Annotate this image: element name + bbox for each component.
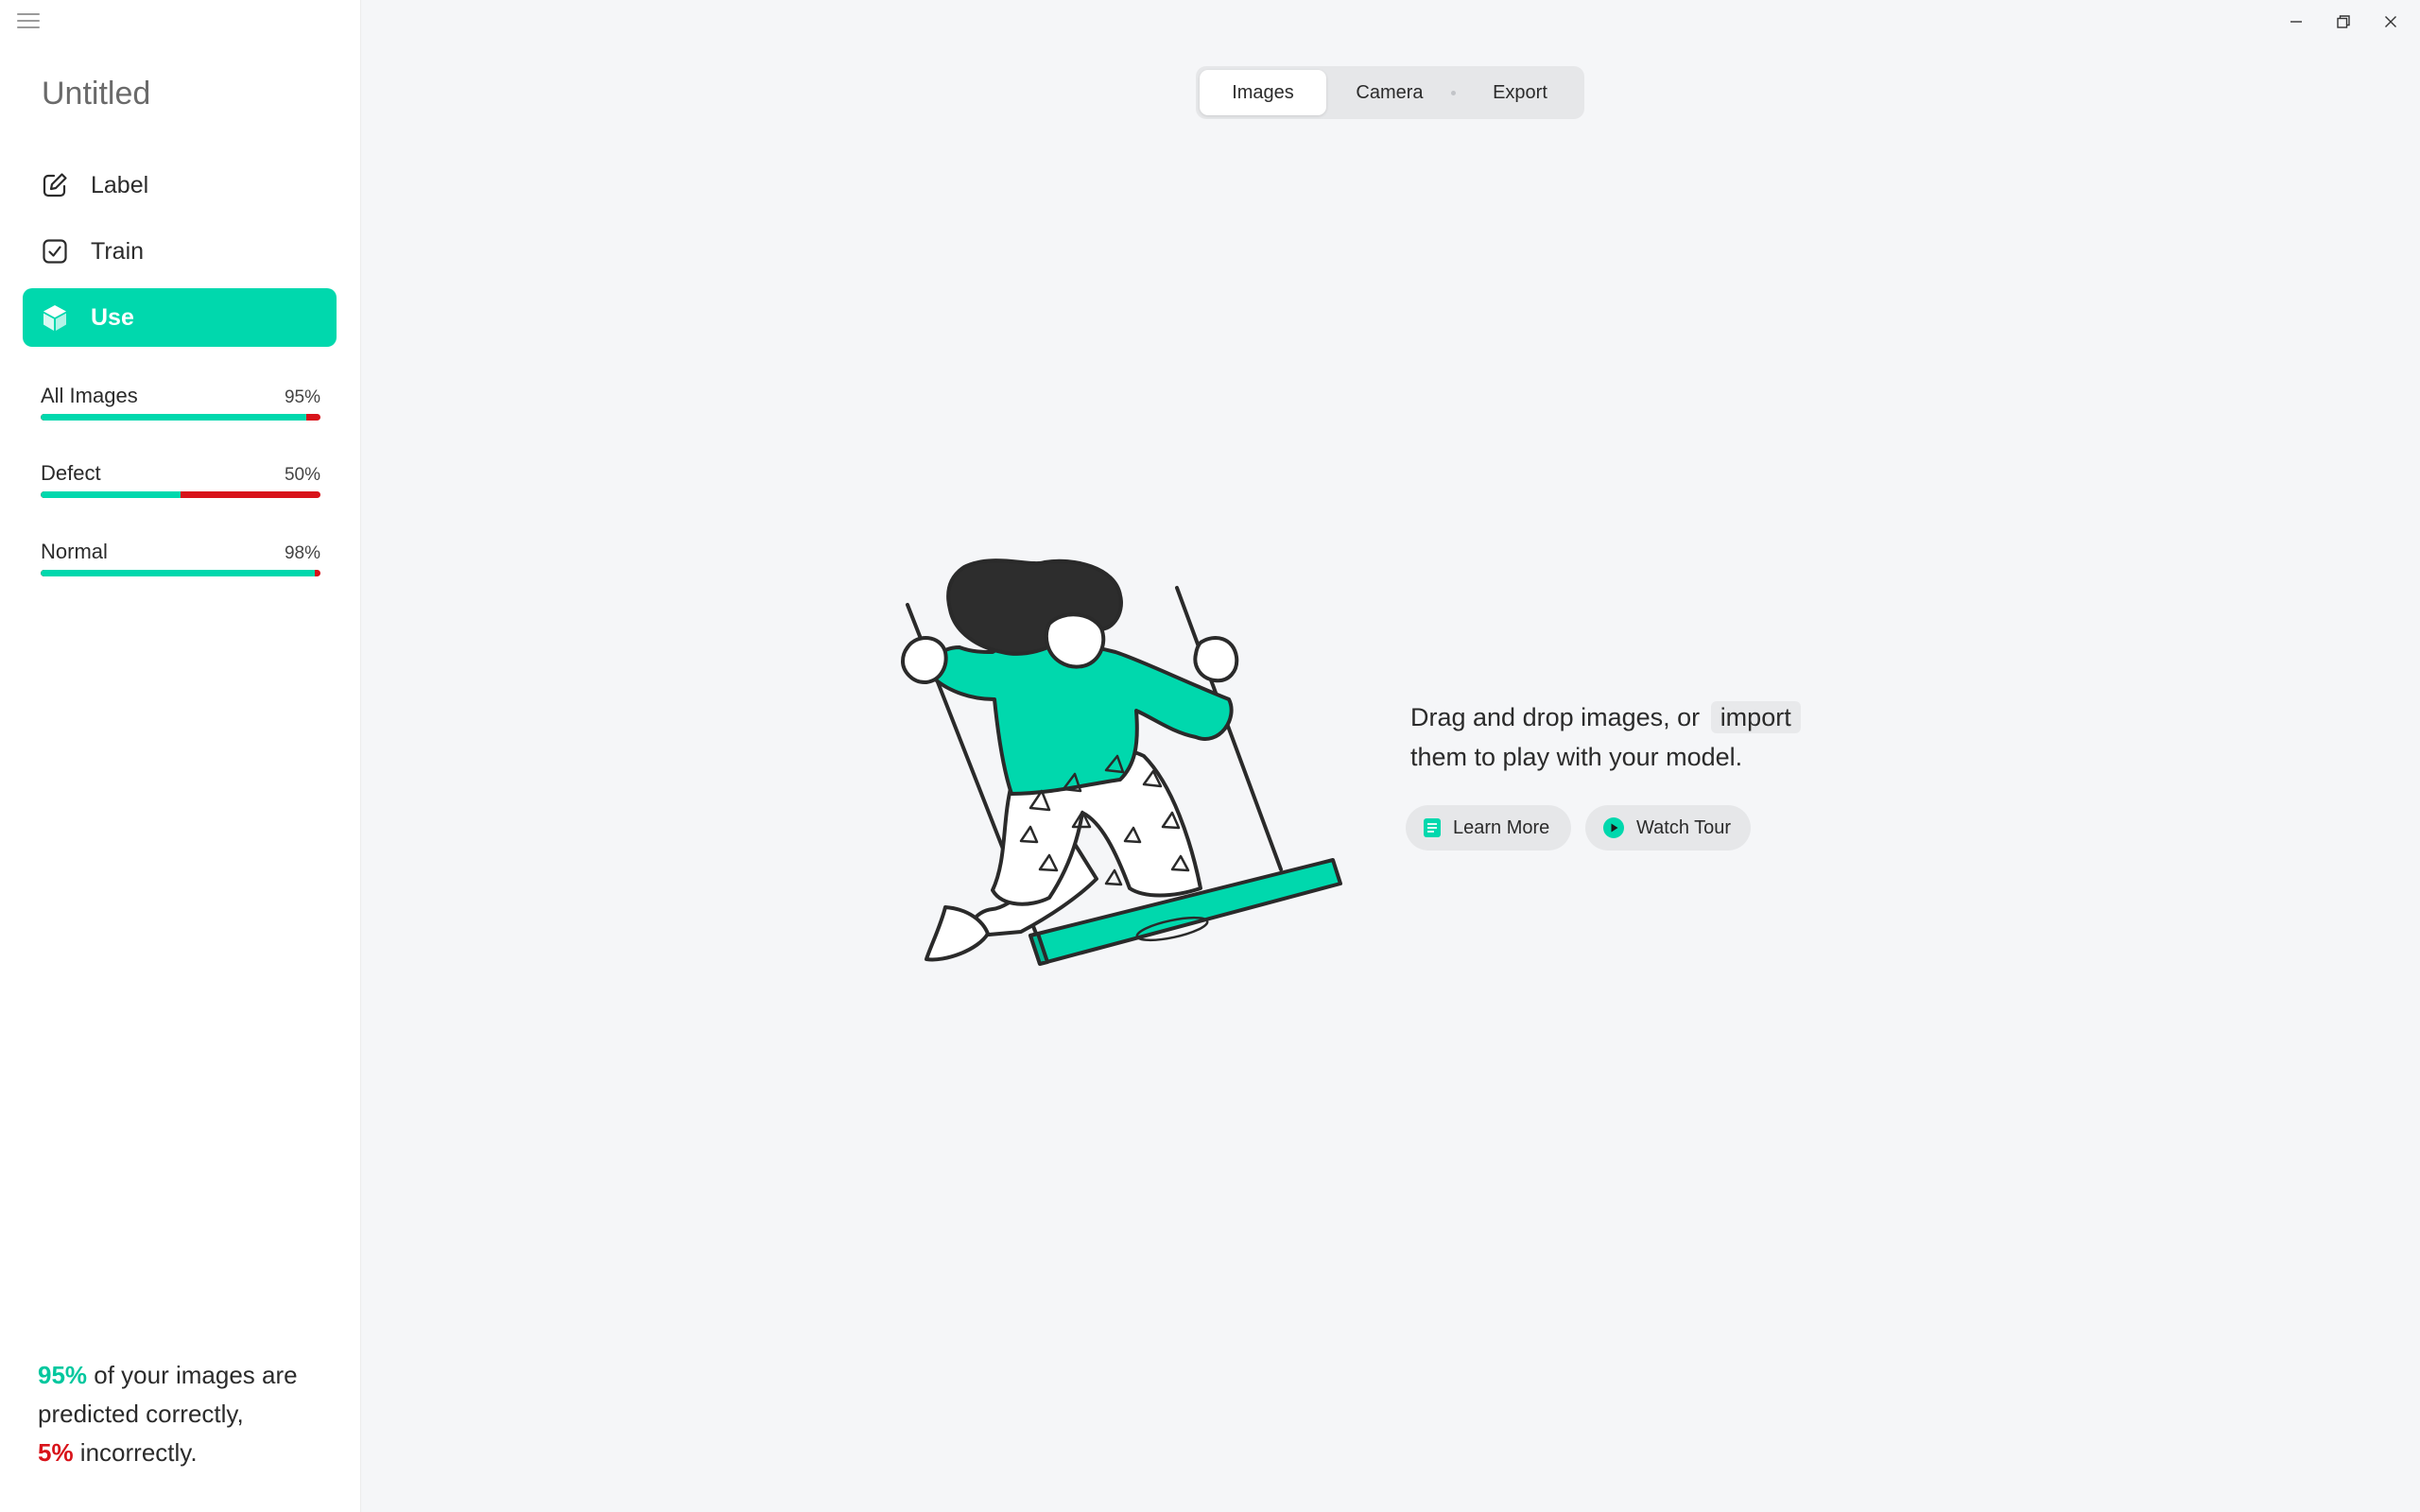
tab-images[interactable]: Images	[1200, 70, 1326, 115]
tab-export[interactable]: Export	[1463, 70, 1577, 115]
nav-label: Label	[91, 171, 149, 198]
document-icon	[1423, 817, 1442, 838]
accuracy-bar-fill	[41, 414, 307, 421]
stat-normal[interactable]: Normal 98%	[41, 540, 320, 576]
restore-icon	[2337, 15, 2350, 28]
close-button[interactable]	[2375, 8, 2407, 36]
sidebar: Untitled Label Train Use All Images 95% …	[0, 0, 361, 1512]
pencil-square-icon	[41, 171, 69, 199]
watch-tour-label: Watch Tour	[1636, 816, 1732, 838]
nav-label: Train	[91, 237, 145, 265]
accuracy-bar	[41, 570, 320, 576]
tab-camera[interactable]: Camera	[1338, 70, 1442, 115]
accuracy-bar-fill	[41, 570, 316, 576]
swing-illustration	[901, 558, 1342, 966]
hamburger-menu-icon[interactable]	[17, 13, 40, 30]
stat-percent: 95%	[284, 387, 320, 407]
minimize-icon	[2290, 21, 2302, 23]
nav-item-label[interactable]: Label	[23, 156, 337, 215]
empty-state-instructions: Drag and drop images, or import them to …	[1410, 697, 1801, 777]
play-icon	[1602, 816, 1625, 839]
import-link[interactable]: import	[1710, 701, 1801, 733]
nav-label: Use	[91, 303, 134, 331]
accuracy-bar	[41, 414, 320, 421]
close-icon	[2385, 16, 2396, 27]
learn-more-button[interactable]: Learn More	[1406, 805, 1571, 850]
tab-separator-dot	[1451, 91, 1456, 95]
stat-defect[interactable]: Defect 50%	[41, 461, 320, 498]
view-tabs: Images Camera Export	[1196, 66, 1584, 119]
stat-label: Normal	[41, 540, 108, 563]
stat-percent: 98%	[284, 543, 320, 563]
accuracy-summary: 95% of your images are predicted correct…	[38, 1356, 340, 1472]
stat-label: All Images	[41, 384, 138, 407]
restore-button[interactable]	[2327, 8, 2360, 36]
learn-more-label: Learn More	[1453, 816, 1550, 838]
stat-all-images[interactable]: All Images 95%	[41, 384, 320, 421]
nav-item-train[interactable]: Train	[23, 222, 337, 281]
accuracy-bar-fill	[41, 491, 181, 498]
project-title[interactable]: Untitled	[42, 76, 150, 112]
instructions-text: Drag and drop images, or	[1410, 703, 1701, 731]
checkbox-icon	[41, 237, 69, 266]
summary-text: incorrectly.	[73, 1438, 198, 1467]
incorrect-percent: 5%	[38, 1438, 74, 1467]
correct-percent: 95%	[38, 1361, 88, 1389]
instructions-text: them to play with your model.	[1410, 743, 1743, 771]
accuracy-bar	[41, 491, 320, 498]
cube-icon	[41, 303, 69, 332]
minimize-button[interactable]	[2280, 8, 2312, 36]
stat-label: Defect	[41, 461, 101, 485]
watch-tour-button[interactable]: Watch Tour	[1585, 805, 1751, 850]
stat-percent: 50%	[284, 465, 320, 485]
nav-item-use[interactable]: Use	[23, 288, 337, 347]
